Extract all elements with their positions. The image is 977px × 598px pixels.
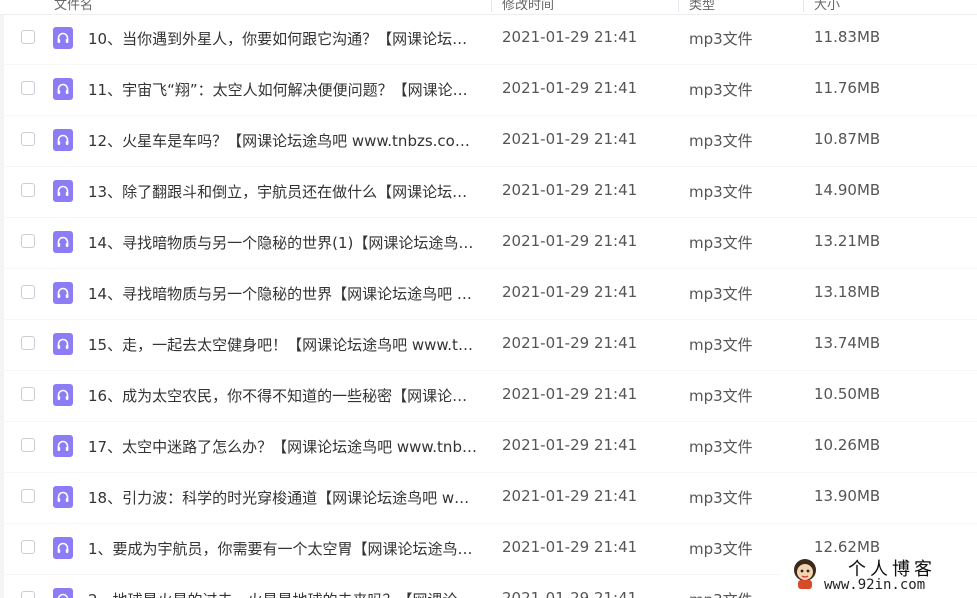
file-name[interactable]: 11、宇宙飞“翔”：太空人如何解决便便问题？【网课论坛途鸟吧 www.tnbzs… bbox=[88, 79, 480, 100]
file-name[interactable]: 12、火星车是车吗？【网课论坛途鸟吧 www.tnbzs.com】.mp3 bbox=[88, 130, 480, 151]
table-row[interactable]: 10、当你遇到外星人，你要如何跟它沟通？【网课论坛途鸟吧 www.tnbzs.c… bbox=[0, 14, 977, 65]
row-checkbox[interactable] bbox=[21, 132, 35, 146]
row-checkbox[interactable] bbox=[21, 540, 35, 554]
file-name[interactable]: 10、当你遇到外星人，你要如何跟它沟通？【网课论坛途鸟吧 www.tnbzs.c… bbox=[88, 28, 480, 49]
file-size: 11.76MB bbox=[814, 79, 881, 97]
modified-time: 2021-01-29 21:41 bbox=[502, 487, 638, 505]
file-type: mp3文件 bbox=[689, 438, 753, 456]
file-name[interactable]: 1、要成为宇航员，你需要有一个太空胃【网课论坛途鸟吧 www.tnbzs.com… bbox=[88, 538, 480, 559]
file-size: 13.21MB bbox=[814, 232, 881, 250]
header-type[interactable]: 类型 bbox=[689, 0, 715, 13]
file-type: mp3文件 bbox=[689, 540, 753, 558]
audio-file-icon bbox=[53, 384, 73, 406]
file-size: 11.83MB bbox=[814, 28, 881, 46]
audio-file-icon bbox=[53, 588, 73, 598]
audio-file-icon bbox=[53, 78, 73, 100]
header-time[interactable]: 修改时间 bbox=[502, 0, 554, 13]
file-size: 14.90MB bbox=[814, 181, 881, 199]
table-row[interactable]: 14、寻找暗物质与另一个隐秘的世界(1)【网课论坛途鸟吧 www.tnbzs.c… bbox=[0, 218, 977, 269]
file-size: 13.18MB bbox=[814, 283, 881, 301]
table-row[interactable]: 17、太空中迷路了怎么办？【网课论坛途鸟吧 www.tnbzs.com】.mp3… bbox=[0, 422, 977, 473]
audio-file-icon bbox=[53, 333, 73, 355]
file-type: mp3文件 bbox=[689, 489, 753, 507]
table-row[interactable]: 12、火星车是车吗？【网课论坛途鸟吧 www.tnbzs.com】.mp3 202… bbox=[0, 116, 977, 167]
modified-time: 2021-01-29 21:41 bbox=[502, 232, 638, 250]
modified-time: 2021-01-29 21:41 bbox=[502, 589, 638, 598]
file-size: 10.87MB bbox=[814, 130, 881, 148]
row-checkbox[interactable] bbox=[21, 489, 35, 503]
file-name[interactable]: 16、成为太空农民，你不得不知道的一些秘密【网课论坛途鸟吧 www.tnbzs.… bbox=[88, 385, 480, 406]
file-name[interactable]: 14、寻找暗物质与另一个隐秘的世界【网课论坛途鸟吧 www.tnbzs.com】… bbox=[88, 283, 480, 304]
row-checkbox[interactable] bbox=[21, 30, 35, 44]
header-size[interactable]: 大小 bbox=[814, 0, 840, 13]
file-list-window: 文件名 修改时间 类型 大小 10、当你遇到外星人，你要如何跟它沟通？【网课论坛… bbox=[0, 0, 977, 598]
cartoon-avatar-icon bbox=[794, 559, 816, 589]
modified-time: 2021-01-29 21:41 bbox=[502, 79, 638, 97]
audio-file-icon bbox=[53, 537, 73, 559]
row-checkbox[interactable] bbox=[21, 234, 35, 248]
row-checkbox[interactable] bbox=[21, 438, 35, 452]
table-row[interactable]: 18、引力波：科学的时光穿梭通道【网课论坛途鸟吧 www.tnbzs.com】.… bbox=[0, 473, 977, 524]
header-name[interactable]: 文件名 bbox=[54, 0, 93, 13]
file-type: mp3文件 bbox=[689, 81, 753, 99]
header-divider[interactable] bbox=[803, 0, 804, 12]
table-row[interactable]: 14、寻找暗物质与另一个隐秘的世界【网课论坛途鸟吧 www.tnbzs.com】… bbox=[0, 269, 977, 320]
modified-time: 2021-01-29 21:41 bbox=[502, 385, 638, 403]
file-name[interactable]: 15、走，一起去太空健身吧！【网课论坛途鸟吧 www.tnbzs.com】.mp… bbox=[88, 334, 480, 355]
file-type: mp3文件 bbox=[689, 589, 753, 598]
audio-file-icon bbox=[53, 486, 73, 508]
table-row[interactable]: 11、宇宙飞“翔”：太空人如何解决便便问题？【网课论坛途鸟吧 www.tnbzs… bbox=[0, 65, 977, 116]
audio-file-icon bbox=[53, 129, 73, 151]
table-row[interactable]: 15、走，一起去太空健身吧！【网课论坛途鸟吧 www.tnbzs.com】.mp… bbox=[0, 320, 977, 371]
modified-time: 2021-01-29 21:41 bbox=[502, 334, 638, 352]
row-checkbox[interactable] bbox=[21, 285, 35, 299]
table-header: 文件名 修改时间 类型 大小 bbox=[0, 0, 977, 15]
row-checkbox[interactable] bbox=[21, 591, 35, 598]
modified-time: 2021-01-29 21:41 bbox=[502, 181, 638, 199]
file-name[interactable]: 18、引力波：科学的时光穿梭通道【网课论坛途鸟吧 www.tnbzs.com】.… bbox=[88, 487, 480, 508]
modified-time: 2021-01-29 21:41 bbox=[502, 283, 638, 301]
file-name[interactable]: 17、太空中迷路了怎么办？【网课论坛途鸟吧 www.tnbzs.com】.mp3 bbox=[88, 436, 480, 457]
audio-file-icon bbox=[53, 231, 73, 253]
file-size: 13.90MB bbox=[814, 487, 881, 505]
table-row[interactable]: 13、除了翻跟斗和倒立，宇航员还在做什么【网课论坛途鸟吧 www.tnbzs.c… bbox=[0, 167, 977, 218]
table-row[interactable]: 16、成为太空农民，你不得不知道的一些秘密【网课论坛途鸟吧 www.tnbzs.… bbox=[0, 371, 977, 422]
file-type: mp3文件 bbox=[689, 285, 753, 303]
file-type: mp3文件 bbox=[689, 336, 753, 354]
audio-file-icon bbox=[53, 27, 73, 49]
file-type: mp3文件 bbox=[689, 132, 753, 150]
file-name[interactable]: 2、地球是火星的过去，火星是地球的未来吗？【网课论坛途鸟吧 www.tnbzs.… bbox=[88, 589, 480, 598]
row-checkbox[interactable] bbox=[21, 336, 35, 350]
file-name[interactable]: 13、除了翻跟斗和倒立，宇航员还在做什么【网课论坛途鸟吧 www.tnbzs.c… bbox=[88, 181, 480, 202]
row-checkbox[interactable] bbox=[21, 81, 35, 95]
file-list: 10、当你遇到外星人，你要如何跟它沟通？【网课论坛途鸟吧 www.tnbzs.c… bbox=[0, 14, 977, 598]
audio-file-icon bbox=[53, 180, 73, 202]
file-type: mp3文件 bbox=[689, 387, 753, 405]
file-name[interactable]: 14、寻找暗物质与另一个隐秘的世界(1)【网课论坛途鸟吧 www.tnbzs.c… bbox=[88, 232, 480, 253]
row-checkbox[interactable] bbox=[21, 387, 35, 401]
header-divider[interactable] bbox=[678, 0, 679, 12]
header-divider[interactable] bbox=[491, 0, 492, 12]
watermark-url: www.92in.com bbox=[824, 577, 926, 593]
file-type: mp3文件 bbox=[689, 234, 753, 252]
modified-time: 2021-01-29 21:41 bbox=[502, 436, 638, 454]
row-checkbox[interactable] bbox=[21, 183, 35, 197]
audio-file-icon bbox=[53, 282, 73, 304]
file-size: 10.50MB bbox=[814, 385, 881, 403]
modified-time: 2021-01-29 21:41 bbox=[502, 28, 638, 46]
watermark: 个人博客 www.92in.com bbox=[782, 552, 977, 598]
modified-time: 2021-01-29 21:41 bbox=[502, 538, 638, 556]
file-size: 13.74MB bbox=[814, 334, 881, 352]
audio-file-icon bbox=[53, 435, 73, 457]
modified-time: 2021-01-29 21:41 bbox=[502, 130, 638, 148]
file-type: mp3文件 bbox=[689, 30, 753, 48]
file-size: 10.26MB bbox=[814, 436, 881, 454]
file-type: mp3文件 bbox=[689, 183, 753, 201]
